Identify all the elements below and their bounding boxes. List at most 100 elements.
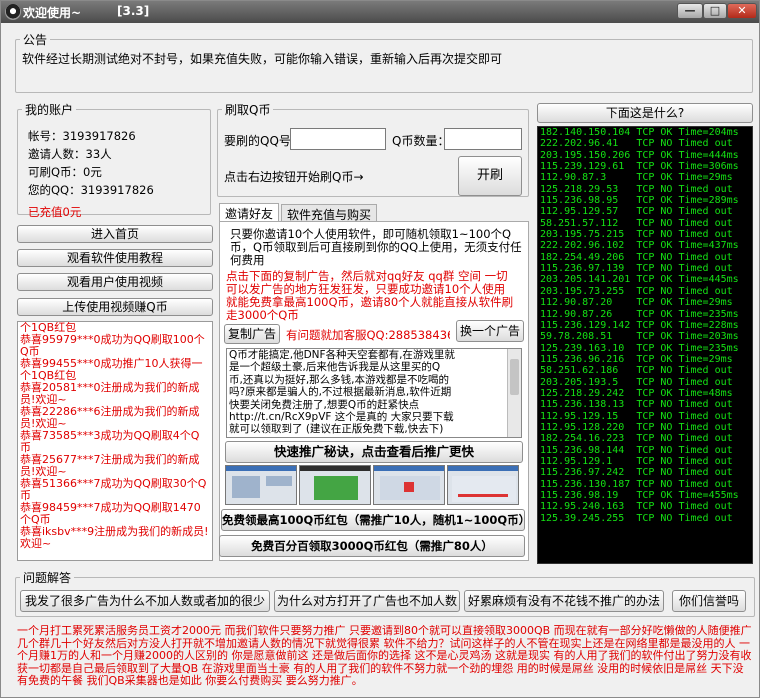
refill-hint: 点击右边按钮开始刷Q币→ — [224, 170, 364, 184]
ip-status: TCP OK Time=48ms — [636, 387, 733, 399]
ad-line: 就可以领取到了 (建议在正版免费下载,快去下) — [229, 423, 444, 436]
ip-status: TCP NO Timed out — [636, 229, 733, 241]
maximize-icon[interactable]: □ — [703, 3, 727, 19]
close-icon[interactable]: ✕ — [727, 3, 757, 19]
ip-status: TCP NO Timed out — [636, 251, 733, 263]
ip-status: TCP OK Time=29ms — [636, 353, 733, 365]
ip-status-row: 58.251.62.186 TCP NO Timed out — [538, 365, 752, 376]
ip-status-row: 203.205.141.201 TCP OK Time=445ms — [538, 274, 752, 285]
watch-user-video-button[interactable]: 观看用户使用视频 — [17, 273, 213, 291]
ip-address: 112.90.87.20 — [540, 297, 637, 309]
support-qq-text: 有问题就加客服QQ:2885384362 — [286, 328, 450, 342]
thumb-header — [448, 466, 518, 471]
notice-box: 公告 软件经过长期测试绝对不封号，如果充值失败，可能你输入错误，重新输入后再次提… — [15, 31, 753, 93]
faq-button-few-invites[interactable]: 我发了很多广告为什么不加人数或者加的很少 — [20, 590, 270, 612]
upload-video-button[interactable]: 上传使用视频赚Q币 — [17, 298, 213, 316]
tutorial-thumbnail[interactable] — [447, 465, 519, 505]
ip-status-row: 125.239.163.10 TCP OK Time=235ms — [538, 343, 752, 354]
invite-instructions: 点击下面的复制广告，然后就对qq好友 qq群 空间 一切 可以发广告的地方狂发狂… — [226, 270, 526, 322]
notice-legend: 公告 — [23, 33, 48, 47]
ip-address: 115.236.98.19 — [540, 490, 637, 501]
feed-line: 恭喜22286***6注册成为我们的新成员!欢迎~ — [20, 405, 200, 430]
what-is-this-button[interactable]: 下面这是什么? — [537, 103, 753, 123]
ip-address: 115.236.97.139 — [540, 263, 637, 275]
ip-status: TCP NO Timed out — [636, 410, 733, 422]
ip-status-row: 203.195.150.206 TCP OK Time=444ms — [538, 150, 752, 161]
thumb-block — [232, 476, 260, 498]
watch-tutorial-button[interactable]: 观看软件使用教程 — [17, 249, 213, 267]
ip-status-row: 182.140.150.104 TCP OK Time=204ms — [538, 127, 752, 138]
ip-status: TCP NO Timed out — [636, 444, 733, 456]
refill-box: 刷取Q币 要刷的QQ号 Q币数量： 点击右边按钮开始刷Q币→ 开刷 — [217, 101, 529, 197]
ip-status-row: 222.202.96.102 TCP OK Time=437ms — [538, 240, 752, 251]
qq-number-input[interactable] — [290, 128, 386, 150]
ip-status: TCP NO Timed out — [636, 376, 733, 388]
ip-address: 112.90.87.26 — [540, 308, 637, 320]
free-100-redpacket-button[interactable]: 免费领最高100Q币红包（需推广10人，随机1~100Q币） — [221, 509, 525, 531]
ip-status-row: 203.205.193.5 TCP NO Timed out — [538, 377, 752, 388]
tab-invite-friends[interactable]: 邀请好友 — [219, 203, 280, 221]
ip-status: TCP OK Time=306ms — [636, 161, 739, 173]
tutorial-thumbnail[interactable] — [225, 465, 297, 505]
ip-status: TCP OK Time=235ms — [636, 308, 739, 320]
fast-promo-button[interactable]: 快速推广秘诀，点击查看后推广更快 — [225, 441, 523, 463]
ad-text-area[interactable]: Q币才能搞定,他DNF各种天空套都有,在游戏里就 是一个超级土豪,后来他告诉我是… — [226, 348, 522, 438]
thumb-header — [374, 466, 444, 471]
start-refill-button[interactable]: 开刷 — [458, 156, 522, 196]
window-title: 欢迎使用~ — [23, 6, 82, 20]
ip-address: 112.95.129.57 — [540, 206, 637, 218]
feed-line: 恭喜98459***7成功为QQ刷取1470个Q币 — [20, 501, 201, 526]
ip-status: TCP OK Time=228ms — [636, 319, 739, 331]
faq-button-no-count[interactable]: 为什么对方打开了广告也不加人数 — [274, 590, 460, 612]
ad-line: 快要关闭免费注册了,想要Q币的赶紧快点 — [229, 398, 420, 411]
copy-ad-button[interactable]: 复制广告 — [224, 324, 280, 344]
coin-amount-input[interactable] — [444, 128, 522, 150]
tutorial-thumbnail[interactable] — [373, 465, 445, 505]
ip-status-row: 115.236.138.13 TCP NO Timed out — [538, 399, 752, 410]
account-box: 我的账户 帐号：3193917826 邀请人数：33人 可刷Q币：0元 您的QQ… — [17, 101, 211, 219]
feed-line: 恭喜51366***7成功为QQ刷取30个Q币 — [20, 477, 207, 502]
ip-status-row: 115.236.97.242 TCP NO Timed out — [538, 467, 752, 478]
ad-text-content: Q币才能搞定,他DNF各种天空套都有,在游戏里就 是一个超级土豪,后来他告诉我是… — [229, 349, 505, 436]
switch-ad-button[interactable]: 换一个广告 — [456, 320, 524, 342]
ip-address: 182.254.49.206 — [540, 251, 637, 263]
ip-address: 115.236.97.242 — [540, 467, 637, 479]
ip-address: 112.90.87.3 — [540, 172, 637, 184]
thumb-marker — [404, 482, 414, 492]
tutorial-thumbnail[interactable] — [299, 465, 371, 505]
ip-address: 222.202.96.41 — [540, 138, 637, 150]
invite-description: 只要你邀请10个人使用软件，即可随机领取1~100个Q 币，Q币领取到后可直接刷… — [230, 228, 526, 267]
feed-line: 恭喜99455***0成功推广10人获得一个1QB红包 — [20, 357, 203, 382]
ip-address: 182.254.16.223 — [540, 433, 637, 445]
scrollbar-thumb[interactable] — [510, 359, 519, 395]
ip-status-row: 115.236.96.216 TCP OK Time=29ms — [538, 354, 752, 365]
activity-feed[interactable]: 个1QB红包 恭喜95979***0成功为QQ刷取100个Q币 恭喜99455*… — [17, 321, 213, 561]
feed-line: 恭喜iksbv***9注册成为我们的新成员!欢迎~ — [20, 525, 209, 550]
tab-recharge-purchase[interactable]: 软件充值与购买 — [281, 204, 378, 222]
ip-address: 125.39.245.255 — [540, 512, 637, 524]
ip-status: TCP NO Timed out — [636, 467, 733, 479]
faq-legend: 问题解答 — [23, 571, 72, 585]
free-3000-redpacket-button[interactable]: 免费百分百领取3000Q币红包（需推广80人） — [219, 535, 525, 557]
ip-status-row: 125.39.245.255 TCP NO Timed out — [538, 513, 752, 524]
ad-scrollbar[interactable] — [507, 349, 521, 437]
ip-status-row: 112.95.129.1 TCP NO Timed out — [538, 456, 752, 467]
faq-button-reputation[interactable]: 你们信誉吗 — [672, 590, 746, 612]
faq-button-free-method[interactable]: 好累麻烦有没有不花钱不推广的办法 — [464, 590, 664, 612]
enter-home-button[interactable]: 进入首页 — [17, 225, 213, 243]
title-bar[interactable]: 欢迎使用~ [3.3] — □ ✕ — [1, 1, 759, 23]
ip-address: 115.236.98.144 — [540, 444, 637, 456]
ip-address: 203.195.75.215 — [540, 229, 637, 241]
recharged-amount: 已充值0元 — [28, 205, 82, 219]
ip-address: 222.202.96.102 — [540, 240, 637, 252]
ip-address: 58.251.57.112 — [540, 217, 637, 229]
ip-address: 203.205.141.201 — [540, 274, 637, 286]
thumb-block — [266, 476, 292, 486]
ip-status: TCP NO Timed out — [636, 501, 733, 513]
feed-line: 恭喜95979***0成功为QQ刷取100个Q币 — [20, 333, 205, 358]
minimize-icon[interactable]: — — [677, 3, 703, 19]
ip-status-row: 115.236.129.142 TCP OK Time=228ms — [538, 320, 752, 331]
tab-bar: 邀请好友 软件充值与购买 — [219, 203, 529, 222]
thumb-block — [452, 476, 516, 502]
ip-status: TCP NO Timed out — [636, 138, 733, 150]
